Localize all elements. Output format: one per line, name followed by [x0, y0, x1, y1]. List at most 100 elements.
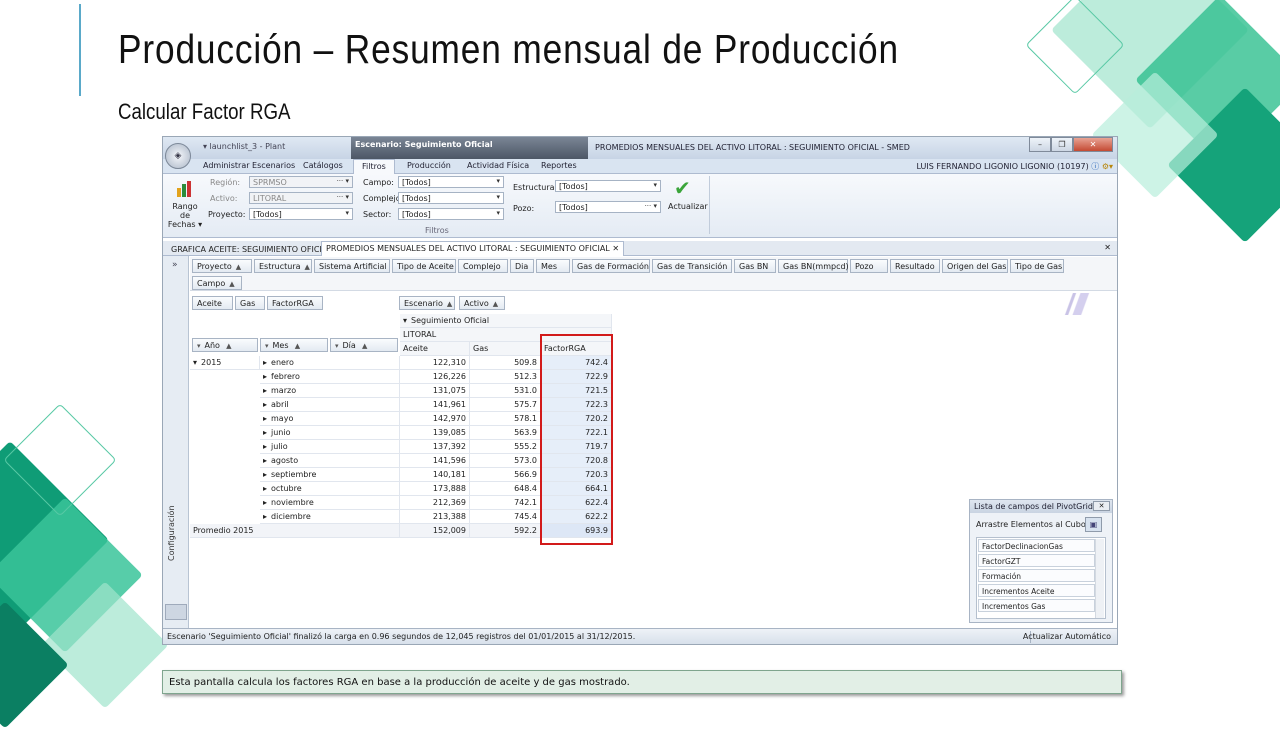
app-menu-orb[interactable]: ◈ [165, 143, 191, 169]
actualizar-button[interactable]: Actualizar [668, 202, 708, 211]
pivot-field-header[interactable]: Estructura ▲ [254, 259, 312, 273]
pivot-field-header[interactable]: Origen del Gas [942, 259, 1008, 273]
sort-asc-icon[interactable]: ▲ [447, 300, 452, 308]
pivot-field-header[interactable]: Campo ▲ [192, 276, 242, 290]
collapse-icon[interactable]: ▾ [335, 342, 339, 350]
column-field-header[interactable]: Activo ▲ [459, 296, 505, 310]
pivot-field-item[interactable]: Incrementos Aceite [978, 584, 1095, 597]
pivot-field-header[interactable]: Complejo [458, 259, 508, 273]
expand-icon[interactable]: ▸ [263, 414, 267, 423]
settings-icon[interactable]: ⚙▾ [1102, 162, 1113, 171]
row-header-month[interactable]: ▸ marzo [260, 384, 400, 398]
doc-tab-grafica-aceite[interactable]: GRAFICA ACEITE: SEGUIMIENTO OFICIAL [167, 243, 336, 256]
quick-access-toolbar[interactable]: ▾ launchlist_3 - Plant [203, 142, 285, 151]
expand-icon[interactable]: ▸ [263, 372, 267, 381]
pivot-field-header[interactable]: Gas BN(mmpcd) [778, 259, 849, 273]
expand-icon[interactable]: ▸ [263, 386, 267, 395]
data-field-header[interactable]: Aceite [192, 296, 233, 310]
close-all-icon[interactable]: ✕ [1104, 243, 1111, 252]
row-field-header[interactable]: ▾ Mes ▲ [260, 338, 328, 352]
row-header-month[interactable]: ▸ abril [260, 398, 400, 412]
sort-asc-icon[interactable]: ▲ [224, 342, 231, 350]
close-tab-icon[interactable]: ✕ [612, 244, 619, 253]
tab-administrar-escenarios[interactable]: Administrar Escenarios [203, 161, 295, 170]
pivot-field-header[interactable]: Gas de Formación [572, 259, 650, 273]
sidebar-button[interactable] [165, 604, 187, 620]
expand-icon[interactable]: ▸ [263, 358, 267, 367]
tab-catalogos[interactable]: Catálogos [303, 161, 343, 170]
proyecto-combo[interactable]: [Todos] ▾ [249, 208, 353, 220]
pivot-field-header[interactable]: Dia [510, 259, 534, 273]
sort-asc-icon[interactable]: ▲ [229, 280, 234, 288]
tab-actividad-fisica[interactable]: Actividad Física [467, 161, 529, 170]
expand-chevron-icon[interactable]: » [172, 260, 178, 270]
pivot-field-header[interactable]: Gas BN [734, 259, 776, 273]
tab-filtros[interactable]: Filtros [353, 159, 395, 175]
collapse-icon[interactable]: ▾ [265, 342, 269, 350]
pivot-field-header[interactable]: Pozo [850, 259, 888, 273]
pivot-field-header[interactable]: Proyecto ▲ [192, 259, 252, 273]
collapse-icon[interactable]: ▾ [403, 316, 407, 325]
expand-icon[interactable]: ▸ [263, 498, 267, 507]
data-field-header[interactable]: Gas [235, 296, 265, 310]
tab-produccion[interactable]: Producción [407, 161, 451, 170]
restore-button[interactable]: ❐ [1051, 137, 1073, 152]
complejo-combo[interactable]: [Todos] ▾ [398, 192, 504, 204]
pivot-field-header[interactable]: Gas de Transición [652, 259, 732, 273]
row-header-month[interactable]: ▸ diciembre [260, 510, 400, 524]
cube-icon[interactable]: ▣ [1085, 517, 1102, 532]
expand-icon[interactable]: ▸ [263, 456, 267, 465]
pivot-field-item[interactable]: FactorDeclinacionGas [978, 539, 1095, 552]
pozo-combo[interactable]: [Todos] ··· ▾ [555, 201, 661, 213]
sort-asc-icon[interactable]: ▲ [236, 263, 241, 271]
expand-icon[interactable]: ▸ [263, 470, 267, 479]
row-header-month[interactable]: ▸ agosto [260, 454, 400, 468]
scrollbar[interactable] [1095, 539, 1104, 618]
collapse-icon[interactable]: ▾ [197, 342, 201, 350]
minimize-button[interactable]: – [1029, 137, 1051, 152]
close-button[interactable]: ✕ [1073, 137, 1113, 152]
row-field-header[interactable]: ▾ Año ▲ [192, 338, 258, 352]
sort-asc-icon[interactable]: ▲ [493, 300, 498, 308]
pivot-field-header[interactable]: Tipo de Gas [1010, 259, 1064, 273]
tab-reportes[interactable]: Reportes [541, 161, 577, 170]
pivot-field-header[interactable]: Resultado [890, 259, 940, 273]
column-field-header[interactable]: Escenario ▲ [399, 296, 455, 310]
auto-update-toggle[interactable]: Actualizar Automático [1023, 632, 1111, 641]
data-field-header[interactable]: FactorRGA [267, 296, 323, 310]
pivot-field-header[interactable]: Tipo de Aceite [392, 259, 456, 273]
expand-icon[interactable]: ▸ [263, 512, 267, 521]
rango-fechas-button[interactable]: Rango de Fechas ▾ [167, 202, 203, 229]
expand-icon[interactable]: ▸ [263, 484, 267, 493]
row-header-month[interactable]: ▸ febrero [260, 370, 400, 384]
pivot-field-header[interactable]: Sistema Artificial [314, 259, 390, 273]
row-header-month[interactable]: ▸ mayo [260, 412, 400, 426]
row-header-month[interactable]: ▸ julio [260, 440, 400, 454]
sort-asc-icon[interactable]: ▲ [360, 342, 367, 350]
expand-icon[interactable]: ▸ [263, 428, 267, 437]
row-header-month[interactable]: ▸ octubre [260, 482, 400, 496]
checkmark-icon[interactable]: ✔ [674, 176, 691, 200]
row-header-month[interactable]: ▸ noviembre [260, 496, 400, 510]
row-header-month[interactable]: ▸ septiembre [260, 468, 400, 482]
configuracion-label[interactable]: Configuración [167, 505, 176, 561]
sector-combo[interactable]: [Todos] ▾ [398, 208, 504, 220]
pivot-field-item[interactable]: FactorGZT [978, 554, 1095, 567]
pivot-field-item[interactable]: Incrementos Gas [978, 599, 1095, 612]
sort-asc-icon[interactable]: ▲ [293, 342, 300, 350]
row-header-month[interactable]: ▸ junio [260, 426, 400, 440]
expand-icon[interactable]: ▸ [263, 442, 267, 451]
campo-combo[interactable]: [Todos] ▾ [398, 176, 504, 188]
row-header-month[interactable]: ▸ enero [260, 356, 400, 370]
pivot-field-header[interactable]: Mes [536, 259, 570, 273]
column-header-scenario[interactable]: ▾ Seguimiento Oficial [400, 314, 612, 328]
expand-icon[interactable]: ▸ [263, 400, 267, 409]
sort-asc-icon[interactable]: ▲ [305, 263, 310, 271]
doc-tab-promedios[interactable]: PROMEDIOS MENSUALES DEL ACTIVO LITORAL :… [321, 241, 625, 256]
row-field-header[interactable]: ▾ Día ▲ [330, 338, 398, 352]
calendar-chart-icon[interactable] [175, 180, 195, 198]
info-icon[interactable]: ⓘ [1091, 162, 1099, 171]
close-icon[interactable]: ✕ [1093, 501, 1110, 511]
collapse-icon[interactable]: ▾ [193, 358, 197, 367]
estructura-combo[interactable]: [Todos] ▾ [555, 180, 661, 192]
